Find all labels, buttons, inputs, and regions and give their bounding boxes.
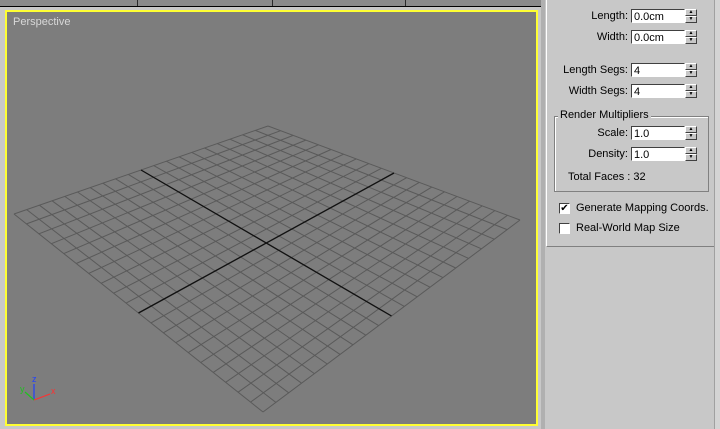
density-label: Density: — [588, 148, 628, 160]
viewport-grid: z x y — [13, 125, 521, 413]
y-axis-label: y — [20, 384, 25, 394]
width-spinner[interactable]: ▲ ▼ — [685, 30, 697, 44]
scale-field[interactable]: 1.0 — [631, 126, 685, 140]
length-label: Length: — [591, 10, 628, 22]
length-spinner[interactable]: ▲ ▼ — [685, 9, 697, 23]
density-field[interactable]: 1.0 — [631, 147, 685, 161]
scale-spinner[interactable]: ▲ ▼ — [685, 126, 697, 140]
real-world-map-label[interactable]: Real-World Map Size — [576, 220, 680, 236]
width-label: Width: — [596, 31, 628, 43]
length-segs-spinner[interactable]: ▲ ▼ — [685, 63, 697, 77]
width-segs-spinner[interactable]: ▲ ▼ — [685, 84, 697, 98]
width-segs-label: Width Segs: — [568, 85, 628, 97]
width-field[interactable]: 0.0cm — [631, 30, 685, 44]
panel-divider — [541, 0, 545, 429]
length-field[interactable]: 0.0cm — [631, 9, 685, 23]
perspective-viewport[interactable]: Perspective zxy — [5, 10, 538, 426]
grid-axis-line — [138, 172, 395, 314]
render-multipliers-title: Render Multipliers — [558, 109, 651, 121]
scale-label: Scale: — [597, 127, 628, 139]
y-axis-line — [24, 391, 35, 401]
generate-mapping-label[interactable]: Generate Mapping Coords. — [576, 200, 709, 216]
x-axis-label: x — [51, 386, 56, 396]
width-segs-field[interactable]: 4 — [631, 84, 685, 98]
density-spinner[interactable]: ▲ ▼ — [685, 147, 697, 161]
command-panel: Length: 0.0cm ▲ ▼ Width: 0.0cm ▲ ▼ Length … — [546, 0, 716, 247]
panel-scrollbar[interactable] — [714, 0, 720, 429]
top-ruler — [0, 0, 544, 7]
length-segs-label: Length Segs: — [563, 64, 628, 76]
z-axis-label: z — [32, 374, 37, 384]
total-faces: Total Faces : 32 — [568, 171, 646, 183]
real-world-map-checkbox[interactable] — [559, 223, 570, 234]
x-axis-line — [33, 393, 51, 401]
generate-mapping-checkbox[interactable]: ✔ — [559, 203, 570, 214]
length-segs-field[interactable]: 4 — [631, 63, 685, 77]
